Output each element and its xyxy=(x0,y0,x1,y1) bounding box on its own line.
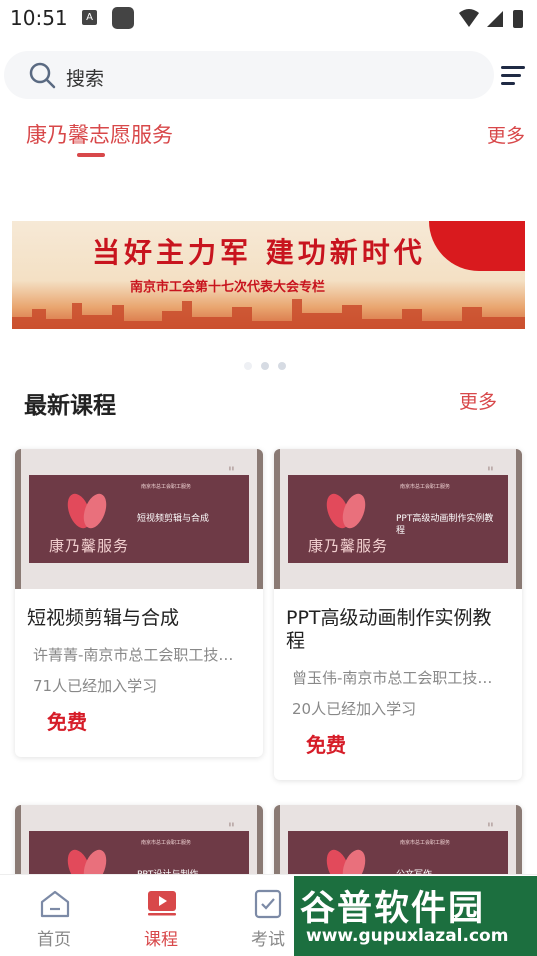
tab-volunteer-service[interactable]: 康乃馨志愿服务 xyxy=(26,119,173,149)
banner-carousel[interactable]: 当好主力军 建功新时代 南京市工会第十七次代表大会专栏 xyxy=(12,221,525,329)
font-a-icon: A xyxy=(82,10,97,25)
course-author: 许菁菁-南京市总工会职工技… xyxy=(33,646,234,664)
carnation-logo-icon xyxy=(67,493,107,529)
course-enrollment-count: 71人已经加入学习 xyxy=(33,677,158,695)
notification-square-icon xyxy=(112,7,134,29)
course-thumbnail: " 康乃馨服务 南京市总工会职工服务 PPT高级动画制作实例教程 xyxy=(274,449,522,589)
play-icon xyxy=(148,891,176,916)
course-title: 短视频剪辑与合成 xyxy=(27,607,180,629)
volunteer-more-link[interactable]: 更多 xyxy=(487,121,525,148)
course-price: 免费 xyxy=(47,710,87,734)
status-time: 10:51 xyxy=(10,6,68,30)
wifi-signal-battery-icon xyxy=(459,9,523,28)
section-title-latest-courses: 最新课程 xyxy=(24,393,116,419)
thumbnail-org: 南京市总工会职工服务 xyxy=(141,840,192,846)
course-card[interactable]: " 康乃馨服务 南京市总工会职工服务 PPT高级动画制作实例教程 PPT高级动画… xyxy=(274,449,522,780)
carousel-dot[interactable] xyxy=(244,362,252,370)
course-author: 曾玉伟-南京市总工会职工技… xyxy=(292,669,493,687)
exam-icon xyxy=(254,889,282,919)
thumbnail-title: PPT高级动画制作实例教程 xyxy=(396,514,494,536)
thumbnail-title: 短视频剪辑与合成 xyxy=(137,514,210,524)
course-thumbnail: " 康乃馨服务 南京市总工会职工服务 短视频剪辑与合成 xyxy=(15,449,263,589)
home-icon xyxy=(40,890,70,918)
status-indicators xyxy=(457,7,527,35)
tab-active-indicator xyxy=(77,153,105,157)
tab-courses-label: 课程 xyxy=(144,930,178,950)
thumbnail-brand: 康乃馨服务 xyxy=(49,537,130,555)
search-icon xyxy=(29,62,56,89)
status-bar: 10:51 A xyxy=(0,0,537,40)
course-card[interactable]: " 康乃馨服务 南京市总工会职工服务 短视频剪辑与合成 短视频剪辑与合成 许菁菁… xyxy=(15,449,263,757)
course-title: PPT高级动画制作实例教程 xyxy=(286,607,492,652)
thumbnail-org: 南京市总工会职工服务 xyxy=(400,840,451,846)
banner-headline: 当好主力军 建功新时代 xyxy=(92,236,426,269)
courses-more-link[interactable]: 更多 xyxy=(459,387,497,414)
thumbnail-brand: 康乃馨服务 xyxy=(308,537,389,555)
carnation-logo-icon xyxy=(326,493,366,529)
watermark-url: www.gupuxlazal.com xyxy=(306,926,509,946)
flag-decoration xyxy=(429,221,525,271)
tab-home-label: 首页 xyxy=(37,930,71,950)
city-skyline-graphic xyxy=(12,299,525,329)
thumbnail-org: 南京市总工会职工服务 xyxy=(400,484,451,490)
tab-exam-label: 考试 xyxy=(251,930,285,950)
watermark-title: 谷普软件园 xyxy=(300,889,486,929)
thumbnail-org: 南京市总工会职工服务 xyxy=(141,484,192,490)
search-bar[interactable]: 搜索 xyxy=(4,51,494,99)
course-enrollment-count: 20人已经加入学习 xyxy=(292,700,417,718)
carousel-dot[interactable] xyxy=(278,362,286,370)
menu-icon[interactable] xyxy=(499,64,527,88)
carousel-dot[interactable] xyxy=(261,362,269,370)
site-watermark: 谷普软件园 www.gupuxlazal.com xyxy=(294,876,537,956)
course-price: 免费 xyxy=(306,733,346,757)
carousel-indicator xyxy=(244,355,295,374)
search-input[interactable]: 搜索 xyxy=(66,64,104,91)
